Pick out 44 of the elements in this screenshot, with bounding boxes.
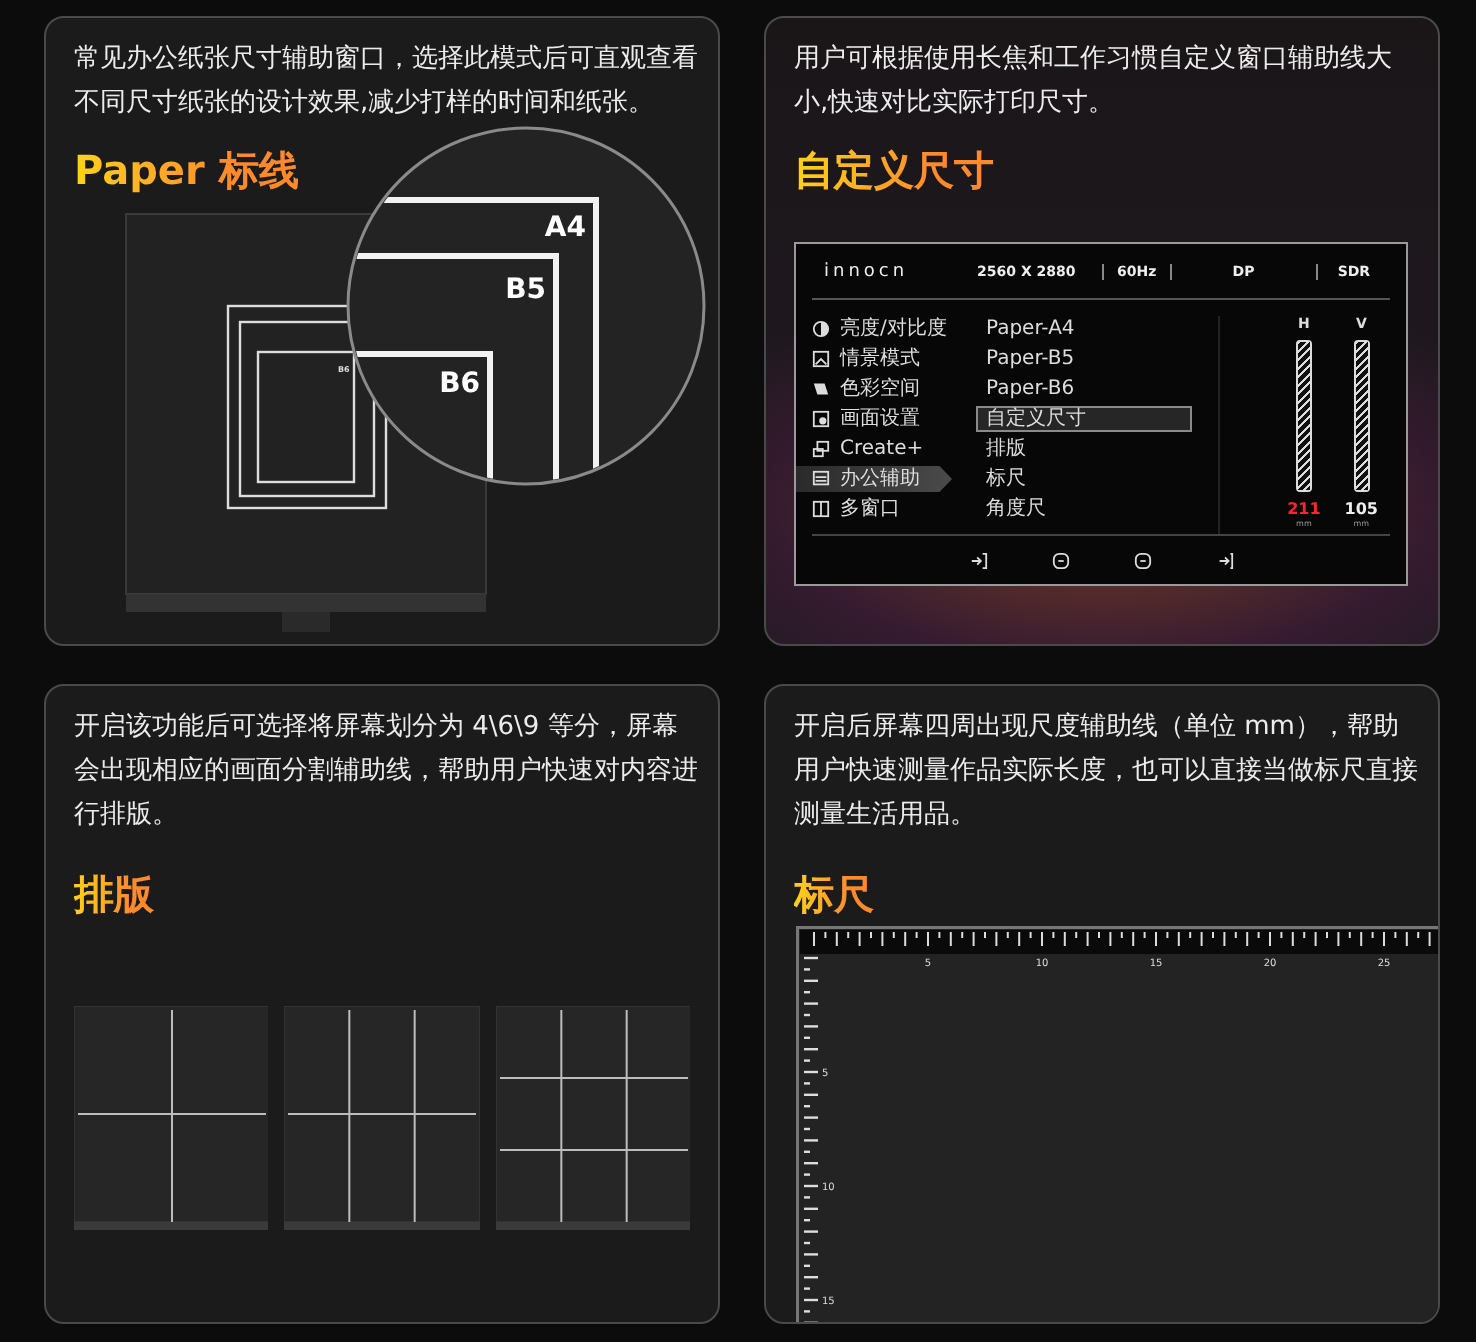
exit-icon[interactable] bbox=[1215, 551, 1233, 569]
menu-label: Create+ bbox=[840, 436, 924, 462]
menu-label: 办公辅助 bbox=[840, 466, 920, 492]
submenu-item[interactable]: 角度尺 bbox=[976, 496, 1192, 522]
slider-fill[interactable] bbox=[1297, 342, 1310, 490]
menu-item[interactable]: 画面设置 bbox=[796, 406, 952, 432]
submenu-item[interactable]: Paper-B6 bbox=[976, 376, 1192, 402]
submenu-item[interactable]: 标尺 bbox=[976, 466, 1192, 492]
menu-label: 画面设置 bbox=[840, 406, 920, 432]
submenu-item[interactable]: 排版 bbox=[976, 436, 1192, 462]
menu-item[interactable]: 色彩空间 bbox=[796, 376, 952, 402]
monitors-icon bbox=[812, 440, 830, 458]
window-icon bbox=[812, 500, 830, 518]
menu-label: 色彩空间 bbox=[840, 376, 920, 402]
size-label: B5 bbox=[505, 274, 546, 306]
slider-value: 211 bbox=[1287, 500, 1321, 518]
menu-label: 多窗口 bbox=[840, 496, 900, 522]
picture-icon bbox=[812, 350, 830, 368]
button-icon[interactable] bbox=[1133, 551, 1151, 569]
description: 开启后屏幕四周出现尺度辅助线（单位 mm），帮助用户快速测量作品实际长度，也可以直接当做标尺直接测量生活用品。 bbox=[794, 710, 1418, 834]
enter-icon[interactable] bbox=[969, 551, 987, 569]
button-icon[interactable] bbox=[1051, 551, 1069, 569]
menu-label: 情景模式 bbox=[840, 346, 920, 372]
size-label: B6 bbox=[439, 368, 480, 400]
submenu-item[interactable]: Paper-A4 bbox=[976, 316, 1192, 342]
display-icon bbox=[812, 410, 830, 428]
menu-item[interactable]: 办公辅助 bbox=[796, 466, 952, 492]
palette-icon bbox=[812, 380, 830, 398]
size-label: A4 bbox=[544, 212, 586, 244]
menu-item[interactable]: 亮度/对比度 bbox=[796, 316, 952, 342]
description: 用户可根据使用长焦和工作习惯自定义窗口辅助线大小,快速对比实际打印尺寸。 bbox=[794, 42, 1394, 122]
submenu-item[interactable]: Paper-B5 bbox=[976, 346, 1192, 372]
brand-logo: innocn bbox=[822, 261, 911, 281]
panel-icon bbox=[812, 470, 830, 488]
menu-item[interactable]: 情景模式 bbox=[796, 346, 952, 372]
submenu-item[interactable]: 自定义尺寸 bbox=[976, 406, 1192, 432]
contrast-icon bbox=[812, 320, 830, 338]
description: 常见办公纸张尺寸辅助窗口，选择此模式后可直观查看不同尺寸纸张的设计效果,减少打样的时间和纸张。 bbox=[74, 42, 698, 122]
menu-item[interactable]: 多窗口 bbox=[796, 496, 952, 522]
menu-item[interactable]: Create+ bbox=[796, 436, 952, 462]
slider-fill[interactable] bbox=[1355, 342, 1368, 490]
slider-value: 105 bbox=[1344, 500, 1378, 518]
menu-label: 亮度/对比度 bbox=[840, 316, 947, 342]
description: 开启该功能后可选择将屏幕划分为 4\6\9 等分，屏幕会出现相应的画面分割辅助线，帮助用户快速对内容进行排版。 bbox=[74, 710, 698, 834]
